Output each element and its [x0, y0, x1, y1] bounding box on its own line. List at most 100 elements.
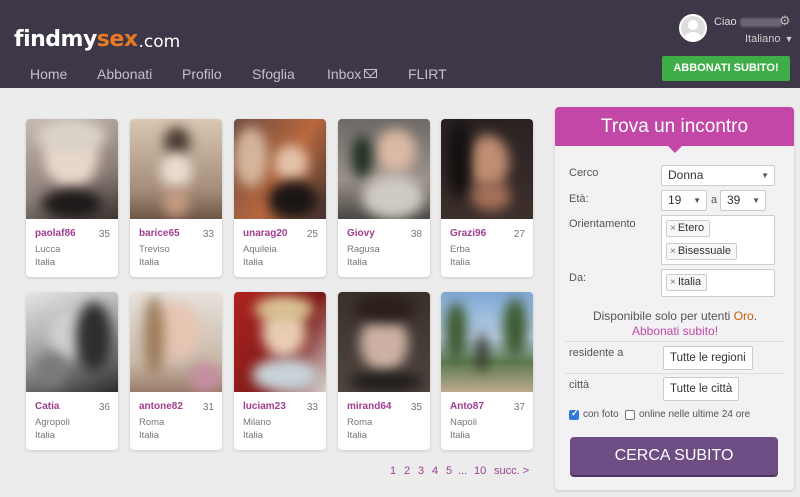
- from-label: Da:: [569, 272, 587, 284]
- profile-card[interactable]: unarag20 25 Aquileia Italia: [234, 119, 326, 277]
- profile-card[interactable]: luciam23 33 Milano Italia: [234, 292, 326, 450]
- profile-age: 31: [202, 402, 214, 413]
- subscribe-now-link[interactable]: Abbonati subito!: [632, 324, 718, 338]
- search-now-button[interactable]: CERCA SUBITO: [570, 437, 778, 475]
- nav-abbonati[interactable]: Abbonati: [97, 66, 152, 82]
- online-checkbox[interactable]: online nelle ultime 24 ore: [625, 409, 750, 420]
- profile-age: 38: [410, 229, 422, 240]
- profile-photo[interactable]: [234, 119, 326, 219]
- profile-age: 27: [513, 229, 525, 240]
- username-blurred: [739, 17, 782, 27]
- page-link-last[interactable]: 10: [474, 465, 486, 477]
- profile-photo[interactable]: [338, 292, 430, 392]
- nav-profilo[interactable]: Profilo: [182, 66, 222, 82]
- page-link[interactable]: 5: [446, 465, 452, 477]
- country-multiselect[interactable]: × Italia: [661, 269, 775, 297]
- nav-inbox[interactable]: Inbox: [327, 66, 378, 82]
- nav-sfoglia[interactable]: Sfoglia: [252, 66, 295, 82]
- page-link[interactable]: 2: [404, 465, 410, 477]
- page-link[interactable]: 1: [390, 465, 396, 477]
- profile-age: 37: [513, 402, 525, 413]
- remove-tag-icon[interactable]: ×: [670, 246, 676, 257]
- profile-name[interactable]: Grazi96: [450, 228, 486, 239]
- profile-photo[interactable]: [234, 292, 326, 392]
- site-logo[interactable]: find my sex .com: [14, 12, 180, 52]
- chevron-down-icon: ▼: [752, 196, 760, 205]
- gold-word: Oro: [733, 309, 754, 323]
- profile-name[interactable]: mirand64: [347, 401, 391, 412]
- orientation-tag[interactable]: × Etero: [666, 220, 711, 237]
- profile-country: Italia: [243, 257, 264, 268]
- region-select[interactable]: Tutte le regioni: [663, 346, 753, 370]
- profile-name[interactable]: unarag20: [243, 228, 287, 239]
- age-to-value: 39: [727, 193, 741, 207]
- caret-down-icon: ▼: [784, 34, 794, 44]
- checkbox-checked-icon[interactable]: [569, 408, 579, 420]
- profile-name[interactable]: barice65: [139, 228, 180, 239]
- seek-select[interactable]: Donna ▼: [661, 165, 775, 186]
- greeting-text: Ciao: [714, 16, 737, 28]
- country-tag[interactable]: × Italia: [666, 274, 708, 291]
- age-from-select[interactable]: 19 ▼: [661, 190, 707, 211]
- tag-label: Etero: [677, 222, 705, 234]
- profile-card[interactable]: antone82 31 Roma Italia: [130, 292, 222, 450]
- profile-photo[interactable]: [338, 119, 430, 219]
- city-label: città: [569, 379, 590, 391]
- with-photo-checkbox[interactable]: con foto: [569, 408, 619, 420]
- city-select[interactable]: Tutte le città: [663, 377, 740, 401]
- resident-label: residente a: [569, 347, 624, 359]
- search-panel: Trova un incontro Cerco Donna ▼ Età: 19 ▼ …: [555, 107, 794, 490]
- with-photo-label: con foto: [583, 409, 619, 420]
- site-header: find my sex .com Ciao ⚙ Italiano ▼ Home Abbo…: [0, 0, 800, 88]
- orientation-tag[interactable]: × Bisessuale: [666, 243, 738, 260]
- nav-home[interactable]: Home: [30, 66, 67, 82]
- divider: [565, 341, 785, 342]
- remove-tag-icon[interactable]: ×: [670, 223, 676, 234]
- gold-note-text: Disponibile solo per utenti: [592, 309, 731, 323]
- age-to-select[interactable]: 39 ▼: [720, 190, 766, 211]
- profile-name[interactable]: Anto87: [450, 401, 484, 412]
- language-selector[interactable]: Italiano ▼: [745, 33, 793, 45]
- avatar[interactable]: [679, 14, 707, 42]
- profile-photo[interactable]: [130, 119, 222, 219]
- profile-photo[interactable]: [441, 119, 533, 219]
- user-menu[interactable]: [679, 14, 707, 42]
- subscribe-button[interactable]: ABBONATI SUBITO!: [662, 56, 790, 81]
- checkbox-unchecked-icon[interactable]: [625, 409, 635, 420]
- profile-card[interactable]: barice65 33 Treviso Italia: [130, 119, 222, 277]
- gear-icon[interactable]: ⚙: [779, 13, 791, 29]
- profile-card[interactable]: Giovy 38 Ragusa Italia: [338, 119, 430, 277]
- remove-tag-icon[interactable]: ×: [670, 277, 676, 288]
- profile-name[interactable]: Giovy: [347, 228, 375, 239]
- profile-card[interactable]: Catia 36 Agropoli Italia: [26, 292, 118, 450]
- profile-city: Ragusa: [347, 244, 380, 255]
- profile-photo[interactable]: [441, 292, 533, 392]
- profile-name[interactable]: Catia: [35, 401, 59, 412]
- orientation-multiselect[interactable]: × Etero × Bisessuale: [661, 215, 775, 265]
- orientation-label: Orientamento: [569, 218, 636, 230]
- profile-city: Roma: [347, 417, 373, 428]
- profile-photo[interactable]: [26, 119, 118, 219]
- profile-age: 35: [410, 402, 422, 413]
- profile-card[interactable]: paolaf86 35 Lucca Italia: [26, 119, 118, 277]
- profile-city: Erba: [450, 244, 471, 255]
- profile-photo[interactable]: [26, 292, 118, 392]
- tag-label: Bisessuale: [677, 245, 732, 257]
- page-link[interactable]: 3: [418, 465, 424, 477]
- next-page-link[interactable]: succ. >: [494, 465, 529, 477]
- profile-card[interactable]: Grazi96 27 Erba Italia: [441, 119, 533, 277]
- profile-card[interactable]: Anto87 37 Napoli Italia: [441, 292, 533, 450]
- age-from-value: 19: [668, 193, 682, 207]
- profile-name[interactable]: antone82: [139, 401, 183, 412]
- profile-age: 25: [306, 229, 318, 240]
- profile-name[interactable]: luciam23: [243, 401, 286, 412]
- profile-card[interactable]: mirand64 35 Roma Italia: [338, 292, 430, 450]
- profile-city: Aquileia: [243, 244, 277, 255]
- pagination-ellipsis: ...: [458, 465, 468, 477]
- nav-flirt[interactable]: FLIRT: [408, 66, 447, 82]
- seek-value: Donna: [668, 168, 704, 182]
- page-link[interactable]: 4: [432, 465, 438, 477]
- profile-name[interactable]: paolaf86: [35, 228, 76, 239]
- logo-text-com: .com: [138, 32, 181, 52]
- profile-photo[interactable]: [130, 292, 222, 392]
